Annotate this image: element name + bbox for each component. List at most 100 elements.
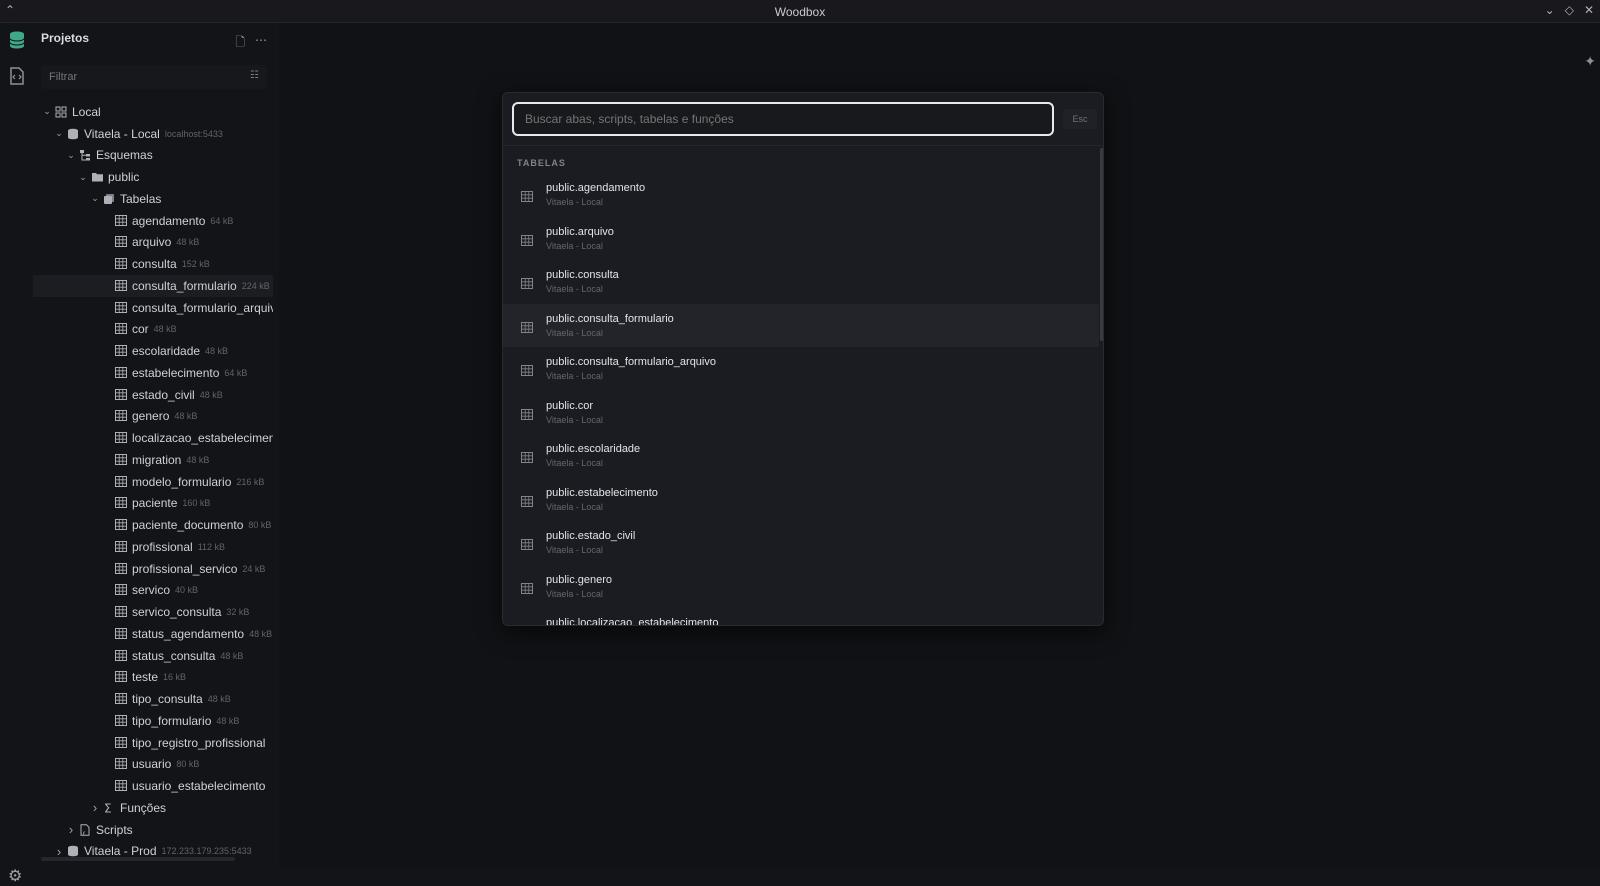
result-table-name: public.escolaridade — [546, 443, 641, 455]
palette-search-input[interactable] — [514, 104, 1052, 134]
chevron-down-icon[interactable]: ⌄ — [65, 150, 77, 161]
chevron-down-icon[interactable]: ⌄ — [53, 128, 65, 139]
tree-item[interactable]: tipo_registro_profissional — [33, 732, 273, 754]
table-icon — [521, 450, 533, 463]
tree-item-detail: 48 kB — [220, 650, 244, 661]
tree-item[interactable]: teste 16 kB — [33, 667, 273, 689]
tree-item[interactable]: ⌄ Esquemas — [33, 145, 273, 167]
chevron-down-icon[interactable]: ⌄ — [41, 106, 53, 117]
tree-item[interactable]: status_consulta 48 kB — [33, 645, 273, 667]
grid-icon — [55, 106, 69, 118]
chevron-down-icon[interactable]: ⌄ — [77, 172, 89, 183]
palette-result-item[interactable]: public.genero Vitaela - Local — [503, 565, 1099, 609]
tree-item[interactable]: localizacao_estabelecimento — [33, 427, 273, 449]
sidebar-actions: 🗋 ⋯ — [235, 33, 267, 54]
palette-result-item[interactable]: public.consulta_formulario_arquivo Vitael… — [503, 347, 1099, 391]
tree-item[interactable]: usuario 80 kB — [33, 754, 273, 776]
table-icon — [115, 693, 129, 705]
sidebar-horizontal-scrollbar[interactable] — [41, 857, 235, 861]
palette-result-item[interactable]: public.agendamento Vitaela - Local — [503, 173, 1099, 217]
result-connection-name: Vitaela - Local — [546, 327, 603, 338]
result-connection-name: Vitaela - Local — [546, 545, 603, 555]
tree-item[interactable]: agendamento 64 kB — [33, 210, 273, 232]
tree-item-detail: 48 kB — [174, 411, 198, 422]
title-bar: ⌃ Woodbox ⌄ ◇ ✕ — [0, 0, 1600, 23]
tree-item[interactable]: paciente 160 kB — [33, 493, 273, 515]
script-icon — [79, 823, 93, 836]
tree-item[interactable]: ⌄ Local — [33, 101, 273, 123]
folder-icon — [91, 171, 105, 183]
close-icon[interactable]: ✕ — [1584, 3, 1594, 17]
chevron-down-icon[interactable]: ⌄ — [89, 193, 101, 204]
table-icon — [521, 624, 533, 625]
result-connection-name: Vitaela - Local — [546, 414, 603, 425]
tree-item[interactable]: usuario_estabelecimento — [33, 775, 273, 797]
tree-item[interactable]: status_agendamento 48 kB — [33, 623, 273, 645]
tree-item[interactable]: paciente_documento 80 kB — [33, 514, 273, 536]
tree-item-label: Funções — [120, 800, 167, 815]
tree-item-label: usuario — [132, 757, 172, 772]
tree-item[interactable]: ⌄ Tabelas — [33, 188, 273, 210]
new-file-icon[interactable]: 🗋 — [235, 33, 245, 54]
palette-result-item[interactable]: public.consulta Vitaela - Local — [503, 260, 1099, 304]
result-table-name: public.consulta — [546, 269, 619, 281]
window-title: Woodbox — [774, 5, 826, 19]
palette-result-item[interactable]: public.escolaridade Vitaela - Local — [503, 434, 1099, 478]
tree-item[interactable]: servico 40 kB — [33, 580, 273, 602]
palette-result-item[interactable]: public.localizacao_estabelecimento — [503, 608, 1099, 625]
palette-result-item[interactable]: public.arquivo Vitaela - Local — [503, 217, 1099, 261]
palette-result-item[interactable]: public.cor Vitaela - Local — [503, 391, 1099, 435]
database-nav-icon[interactable] — [7, 30, 27, 50]
more-options-icon[interactable]: ⋯ — [255, 33, 267, 54]
tree-item[interactable]: › Σ Funções — [33, 797, 273, 819]
table-icon — [115, 649, 129, 662]
maximize-diamond-icon[interactable]: ◇ — [1565, 3, 1574, 17]
settings-gear-icon[interactable]: ⚙ — [8, 866, 22, 886]
table-icon — [115, 584, 129, 596]
tree-item[interactable]: tipo_formulario 48 kB — [33, 710, 273, 732]
result-connection-name: Vitaela - Local — [546, 458, 603, 468]
tree-item[interactable]: estabelecimento 64 kB — [33, 362, 273, 384]
tree-item[interactable]: › Scripts — [33, 819, 273, 841]
result-connection-name: Vitaela - Local — [546, 284, 603, 294]
filter-sort-icon[interactable]: ☷ — [250, 70, 259, 81]
ai-sparkle-icon[interactable]: ✦ — [1584, 53, 1596, 70]
palette-result-item[interactable]: public.estado_civil Vitaela - Local — [503, 521, 1099, 565]
chevron-right-icon[interactable]: › — [89, 800, 101, 815]
tree-item[interactable]: cor 48 kB — [33, 319, 273, 341]
tree-item[interactable]: consulta_formulario 224 kB — [33, 275, 273, 297]
result-table-name: public.cor — [546, 399, 594, 412]
table-icon — [521, 363, 533, 376]
tree-item[interactable]: profissional 112 kB — [33, 536, 273, 558]
tree-item[interactable]: migration 48 kB — [33, 449, 273, 471]
tree-item-label: consulta — [132, 257, 177, 272]
tree-item-label: status_agendamento — [132, 626, 245, 641]
tree-item[interactable]: servico_consulta 32 kB — [33, 601, 273, 623]
tree-item[interactable]: estado_civil 48 kB — [33, 384, 273, 406]
minimize-chevron-icon[interactable]: ⌄ — [1545, 3, 1555, 17]
filter-input[interactable] — [41, 65, 231, 89]
tree-item-label: status_consulta — [132, 648, 216, 663]
tree-item[interactable]: ⌄ Vitaela - Local localhost:5433 — [33, 123, 273, 145]
tree-item[interactable]: escolaridade 48 kB — [33, 340, 273, 362]
tree-item[interactable]: modelo_formulario 216 kB — [33, 471, 273, 493]
tree-item[interactable]: genero 48 kB — [33, 406, 273, 428]
table-icon — [115, 606, 129, 618]
table-icon — [115, 301, 129, 314]
palette-result-item[interactable]: public.consulta_formulario Vitaela - Loca… — [503, 303, 1099, 347]
projects-sidebar: Projetos 🗋 ⋯ ☷ ⌄ Local ⌄ Vitaela - Local loc… — [33, 23, 308, 868]
palette-scrollbar[interactable] — [1100, 148, 1103, 341]
tree-item[interactable]: ⌄ public — [33, 166, 273, 188]
script-file-icon[interactable] — [7, 66, 27, 86]
tree-item[interactable]: consulta 152 kB — [33, 253, 273, 275]
palette-result-item[interactable]: public.estabelecimento Vitaela - Local — [503, 478, 1099, 522]
tree-item[interactable]: consulta_formulario_arquivo — [33, 297, 273, 319]
chevron-right-icon[interactable]: › — [65, 822, 77, 837]
tree-item-label: escolaridade — [132, 344, 201, 359]
tree-item-detail: 152 kB — [181, 259, 210, 270]
tree-item[interactable]: tipo_consulta 48 kB — [33, 688, 273, 710]
tree-item[interactable]: profissional_servico 24 kB — [33, 558, 273, 580]
esc-key-badge[interactable]: Esc — [1063, 109, 1097, 129]
tree-item[interactable]: arquivo 48 kB — [33, 232, 273, 254]
tree-item-label: paciente_documento — [132, 518, 244, 533]
